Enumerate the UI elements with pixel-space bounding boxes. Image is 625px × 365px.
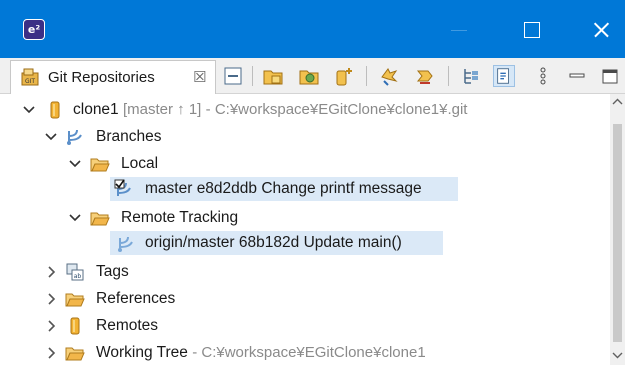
references-label: References bbox=[96, 290, 176, 307]
toolbar-separator bbox=[448, 66, 449, 86]
checked-out-branch-icon bbox=[114, 179, 131, 196]
commit-id: 68b182d bbox=[238, 234, 300, 251]
view-toolbar-bar: GIT Git Repositories ☒ bbox=[0, 58, 625, 94]
minimize-view-icon[interactable] bbox=[566, 65, 588, 87]
close-icon[interactable] bbox=[588, 18, 614, 42]
git-repositories-icon: GIT bbox=[21, 68, 39, 86]
chevron-down-icon[interactable] bbox=[68, 157, 82, 171]
tree-row-references[interactable]: References bbox=[0, 287, 610, 311]
branches-icon bbox=[67, 129, 82, 145]
scrollbar-thumb[interactable] bbox=[613, 124, 622, 342]
view-menu-icon[interactable] bbox=[532, 65, 554, 87]
minimize-icon[interactable] bbox=[446, 18, 472, 42]
folder-open-icon bbox=[65, 347, 85, 361]
tree-row-remotes[interactable]: Remotes bbox=[0, 314, 610, 338]
create-repository-icon[interactable] bbox=[333, 65, 355, 87]
link-with-selection-icon[interactable] bbox=[493, 65, 515, 87]
remotes-icon bbox=[70, 317, 80, 335]
eclipse-app-icon[interactable]: e² bbox=[23, 19, 45, 40]
maximize-icon[interactable] bbox=[519, 18, 545, 42]
remote-branch-icon bbox=[118, 236, 133, 252]
tab-git-repositories[interactable]: GIT Git Repositories ☒ bbox=[10, 60, 216, 94]
tab-close-icon[interactable]: ☒ bbox=[193, 68, 206, 86]
tree-row-working-tree[interactable]: Working Tree - C:¥workspace¥EGitClone¥cl… bbox=[0, 341, 610, 365]
commit-id: e8d2ddb bbox=[196, 180, 258, 197]
chevron-down-icon[interactable] bbox=[68, 211, 82, 225]
folder-open-icon bbox=[90, 212, 110, 226]
working-tree-label: Working Tree bbox=[96, 344, 188, 361]
tags-icon: ab bbox=[66, 263, 84, 281]
tree-row-tags[interactable]: ab Tags bbox=[0, 260, 610, 284]
svg-text:ab: ab bbox=[74, 273, 82, 280]
chevron-right-icon[interactable] bbox=[44, 265, 58, 279]
vertical-scrollbar[interactable] bbox=[610, 94, 625, 365]
repository-name: clone1 bbox=[73, 101, 119, 118]
toolbar-separator bbox=[366, 66, 367, 86]
tree-row-local-master[interactable]: master e8d2ddb Change printf message bbox=[0, 177, 610, 201]
tree-row-remote-tracking[interactable]: Remote Tracking bbox=[0, 206, 610, 230]
local-label: Local bbox=[121, 155, 159, 172]
chevron-down-icon[interactable] bbox=[22, 103, 36, 117]
branch-name: master bbox=[145, 180, 193, 197]
clone-repository-icon[interactable] bbox=[298, 65, 320, 87]
chevron-right-icon[interactable] bbox=[44, 346, 58, 360]
scroll-up-icon[interactable] bbox=[612, 97, 623, 107]
tree-row-repository[interactable]: clone1 [master ↑ 1] - C:¥workspace¥EGitC… bbox=[0, 98, 610, 122]
svg-text:GIT: GIT bbox=[25, 78, 35, 85]
hierarchical-branch-layout-icon[interactable] bbox=[460, 65, 482, 87]
maximize-view-icon[interactable] bbox=[599, 65, 621, 87]
commit-message: Change printf message bbox=[261, 180, 422, 197]
tree-row-local[interactable]: Local bbox=[0, 152, 610, 176]
repository-tree[interactable]: clone1 [master ↑ 1] - C:¥workspace¥EGitC… bbox=[0, 94, 610, 365]
chevron-right-icon[interactable] bbox=[44, 292, 58, 306]
chevron-right-icon[interactable] bbox=[44, 319, 58, 333]
tab-label: Git Repositories bbox=[48, 69, 155, 86]
branches-label: Branches bbox=[96, 128, 162, 145]
remote-tracking-label: Remote Tracking bbox=[121, 209, 239, 226]
add-existing-repository-icon[interactable] bbox=[262, 65, 284, 87]
fetch-icon[interactable] bbox=[378, 65, 400, 87]
commit-message: Update main() bbox=[303, 234, 402, 251]
collapse-all-icon[interactable] bbox=[222, 65, 244, 87]
folder-open-icon bbox=[90, 158, 110, 172]
tags-label: Tags bbox=[96, 263, 129, 280]
repository-icon bbox=[50, 101, 60, 119]
tree-row-branches[interactable]: Branches bbox=[0, 125, 610, 149]
chevron-down-icon[interactable] bbox=[44, 130, 58, 144]
toolbar-separator bbox=[252, 66, 253, 86]
repository-path: - C:¥workspace¥EGitClone¥clone1¥.git bbox=[205, 101, 468, 118]
window-titlebar: e² bbox=[0, 0, 625, 58]
branch-name: origin/master bbox=[145, 234, 235, 251]
push-icon[interactable] bbox=[414, 65, 436, 87]
remotes-label: Remotes bbox=[96, 317, 159, 334]
repository-branch-status: [master ↑ 1] bbox=[123, 101, 202, 118]
working-tree-path: - C:¥workspace¥EGitClone¥clone1 bbox=[192, 344, 426, 361]
folder-open-icon bbox=[65, 293, 85, 307]
scroll-down-icon[interactable] bbox=[612, 350, 623, 360]
tree-row-remote-master[interactable]: origin/master 68b182d Update main() bbox=[0, 231, 610, 255]
